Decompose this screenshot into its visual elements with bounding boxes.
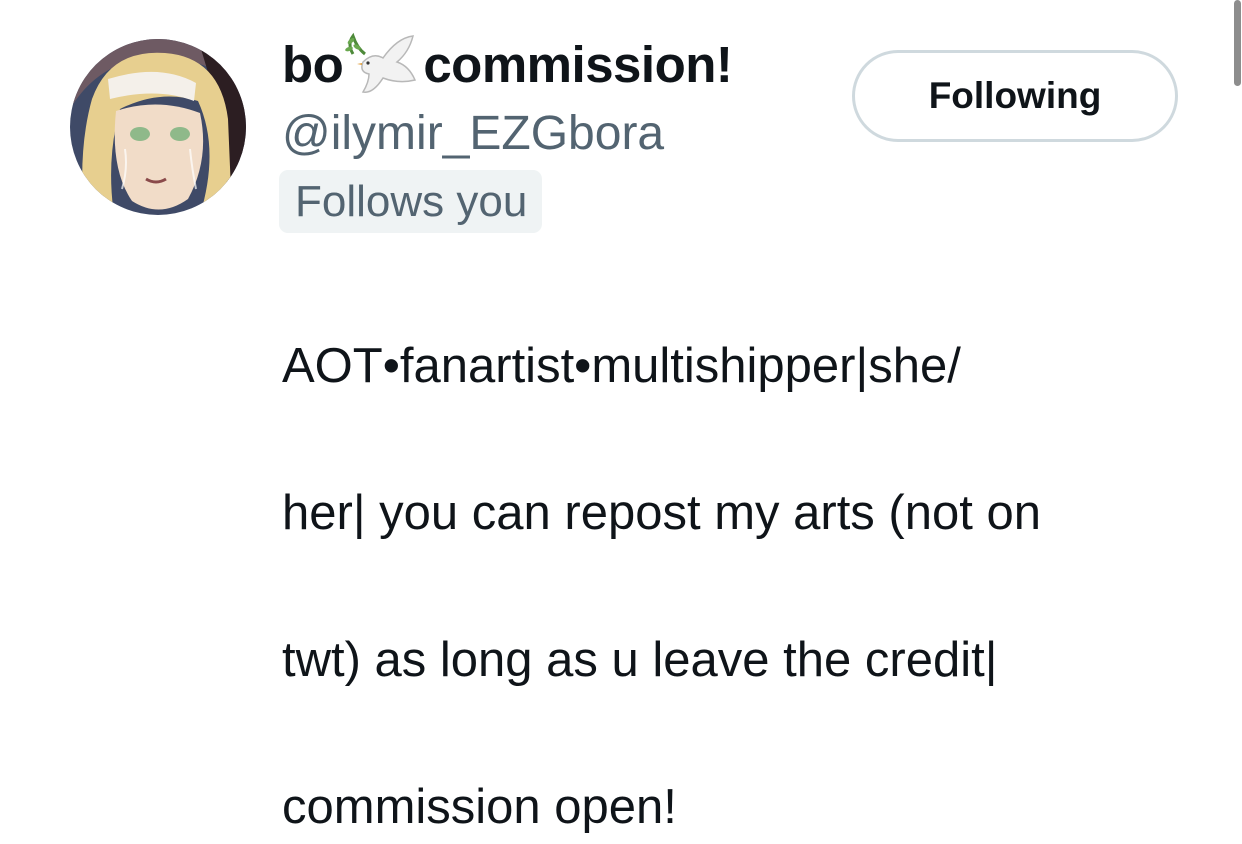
scrollbar[interactable] bbox=[1228, 0, 1242, 570]
bio-line: her| you can repost my arts (not on bbox=[282, 485, 1041, 540]
user-cell[interactable]: bo commission! @ilymir_EZGbora Follows y… bbox=[0, 0, 1242, 834]
user-bio: AOT•fanartist•multishipper|she/ her| you… bbox=[282, 256, 1182, 844]
display-name-prefix: bo bbox=[282, 36, 344, 93]
display-name[interactable]: bo commission! bbox=[282, 30, 733, 100]
display-name-suffix: commission! bbox=[423, 36, 733, 93]
following-button[interactable]: Following bbox=[852, 50, 1178, 142]
avatar[interactable] bbox=[70, 39, 246, 215]
follows-you-badge: Follows you bbox=[279, 170, 543, 233]
bio-line: commission open! bbox=[282, 779, 677, 834]
user-handle[interactable]: @ilymir_EZGbora bbox=[282, 104, 664, 164]
dove-with-olive-branch-icon bbox=[343, 32, 421, 98]
scrollbar-thumb[interactable] bbox=[1234, 0, 1241, 86]
bio-line: twt) as long as u leave the credit| bbox=[282, 632, 998, 687]
bio-line: AOT•fanartist•multishipper|she/ bbox=[282, 338, 961, 393]
